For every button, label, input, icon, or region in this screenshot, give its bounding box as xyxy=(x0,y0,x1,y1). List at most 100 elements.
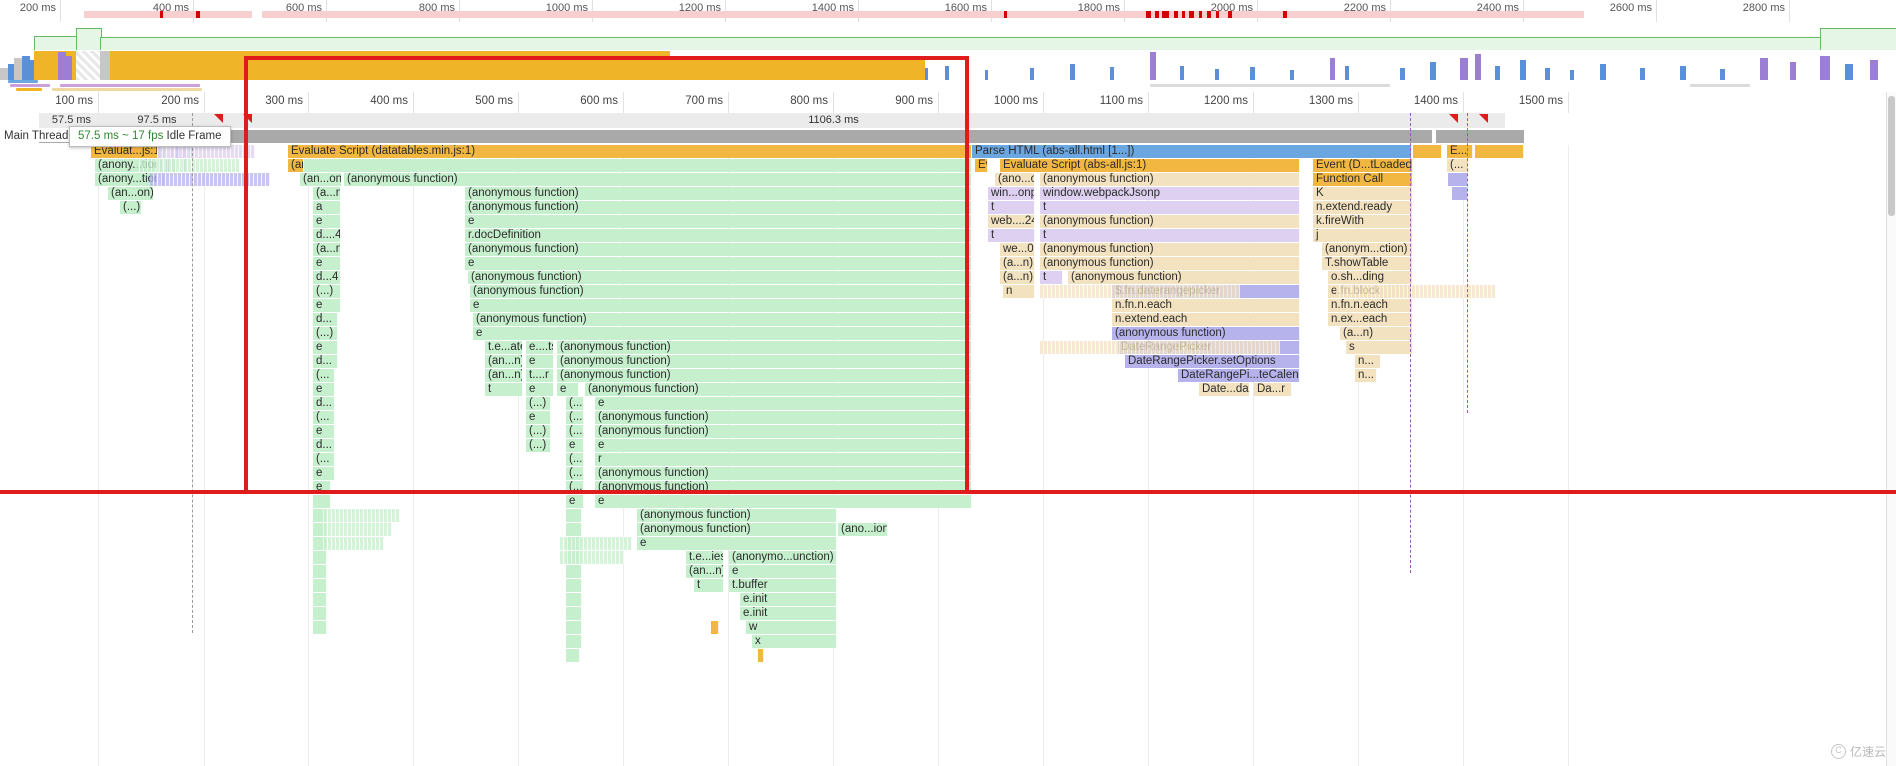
flame-bar[interactable] xyxy=(1475,145,1524,158)
flame-bar[interactable]: t.e...ies xyxy=(686,551,724,564)
flame-bar[interactable]: e xyxy=(313,383,335,396)
flame-bar[interactable]: r xyxy=(595,453,972,466)
flame-bar[interactable]: s xyxy=(1346,341,1413,354)
flame-bar[interactable]: e.init xyxy=(740,593,837,606)
flame-bar[interactable]: w xyxy=(746,621,837,634)
flame-bar[interactable]: t xyxy=(1040,229,1300,242)
flame-bar[interactable]: (anonymous function) xyxy=(557,355,972,368)
flame-bar[interactable] xyxy=(313,495,331,508)
flame-bar[interactable]: Parse HTML (abs-all.html [1...]) xyxy=(972,145,1412,158)
flame-bar[interactable]: t.buffer xyxy=(729,579,837,592)
flame-bar[interactable]: (an...n) xyxy=(485,369,523,382)
flame-bar[interactable]: E... xyxy=(1447,145,1473,158)
flame-bar[interactable]: n... xyxy=(1355,369,1377,382)
flame-bar[interactable]: e xyxy=(566,439,584,452)
flame-bar[interactable]: e xyxy=(313,425,335,438)
flame-bar[interactable]: win...onp xyxy=(988,187,1035,200)
flame-bar[interactable]: e xyxy=(470,299,972,312)
flame-bar[interactable]: (an...on) xyxy=(300,173,342,186)
flame-bar[interactable]: n.fn.n.each xyxy=(1328,299,1413,312)
flame-bar[interactable]: n.extend.each xyxy=(1112,313,1300,326)
flame-bar[interactable]: (... xyxy=(313,453,335,466)
vertical-scrollbar-thumb[interactable] xyxy=(1888,96,1895,216)
flame-bar[interactable] xyxy=(711,621,719,634)
flame-bar[interactable]: Eval...s:1) xyxy=(975,159,988,172)
flame-bar[interactable] xyxy=(313,621,327,634)
flame-bar-narrow[interactable] xyxy=(620,551,624,564)
flame-bar[interactable]: (anonymous function) xyxy=(595,467,972,480)
flame-bar[interactable]: (anonymous function) xyxy=(465,187,972,200)
flame-bar[interactable] xyxy=(566,635,582,648)
flame-bar[interactable]: (... xyxy=(566,397,584,410)
flame-bar[interactable]: (anonymous function) xyxy=(473,313,972,326)
flame-bar[interactable]: (... xyxy=(566,425,584,438)
flame-bar[interactable]: (anonymous function) xyxy=(1040,215,1300,228)
flame-bar[interactable]: n xyxy=(1003,285,1035,298)
flame-bar[interactable]: Evaluate Script (datatables.min.js:1) xyxy=(288,145,972,158)
flame-bar[interactable] xyxy=(304,159,972,172)
flame-bar[interactable]: n.extend.ready xyxy=(1313,201,1413,214)
flame-bar[interactable]: (a...n) xyxy=(1000,271,1035,284)
flame-chart[interactable]: Evaluat...js:1) Evaluate Script (datatabl… xyxy=(0,145,1896,766)
flame-bar[interactable]: (anonymous function) xyxy=(1040,257,1300,270)
flame-bar[interactable]: e xyxy=(313,299,341,312)
flame-bar[interactable]: (anonymous function) xyxy=(637,509,837,522)
flame-bar[interactable]: e xyxy=(637,537,837,550)
flame-bar[interactable]: web....24 xyxy=(988,215,1035,228)
flame-bar-narrow[interactable] xyxy=(251,145,255,158)
flame-bar[interactable]: (ano...ion) xyxy=(838,523,888,536)
flame-bar-narrow[interactable] xyxy=(1236,285,1240,298)
flame-bar[interactable]: d... xyxy=(313,439,335,452)
flame-bar[interactable]: Date...dar xyxy=(1199,383,1250,396)
flame-bar[interactable]: (anonymous function) xyxy=(465,201,972,214)
flame-bar[interactable]: (a...n) xyxy=(1340,327,1413,340)
flame-bar[interactable] xyxy=(566,579,582,592)
flame-bar[interactable]: t xyxy=(1040,271,1063,284)
flame-bar[interactable]: (... xyxy=(566,467,584,480)
flame-bar[interactable]: e xyxy=(526,355,554,368)
flame-bar-narrow[interactable] xyxy=(1276,341,1280,354)
timeline-ruler[interactable]: 100 ms 200 ms 300 ms 400 ms 500 ms 600 ms 700 … xyxy=(0,92,1896,114)
flame-bar[interactable]: e xyxy=(566,495,584,508)
timeline-overview[interactable]: 200 ms 400 ms 600 ms 800 ms 1000 ms 1200 ms 14… xyxy=(0,0,1896,93)
flame-bar[interactable]: (anonymous function) xyxy=(465,243,972,256)
thread-track[interactable] xyxy=(0,129,1896,145)
flame-bar[interactable]: e xyxy=(595,495,972,508)
flame-bar[interactable]: (...) xyxy=(313,327,338,340)
flame-bar[interactable]: n... xyxy=(1355,355,1381,368)
flame-bar[interactable]: n.fn.n.each xyxy=(1112,299,1300,312)
flame-bar[interactable]: (...) xyxy=(313,285,341,298)
flame-bar[interactable]: t xyxy=(988,229,1035,242)
flame-bar[interactable]: e xyxy=(526,383,554,396)
flame-bar[interactable] xyxy=(1413,145,1442,158)
flame-bar[interactable]: d... xyxy=(313,355,338,368)
flame-bar[interactable]: (... xyxy=(566,411,584,424)
frame-item[interactable]: 1106.3 ms xyxy=(252,113,1416,128)
flame-bar[interactable]: DateRangePicker.setOptions xyxy=(1125,355,1300,368)
flame-bar[interactable]: (anonymous function) xyxy=(1068,271,1300,284)
flame-bar[interactable]: (a...n) xyxy=(313,243,341,256)
flame-bar[interactable] xyxy=(313,551,327,564)
flame-bar[interactable] xyxy=(313,607,327,620)
flame-bar[interactable]: o.sh...ding xyxy=(1328,271,1413,284)
flame-bar[interactable]: t xyxy=(485,383,523,396)
flame-bar[interactable]: (anonymous function) xyxy=(470,285,972,298)
flame-bar[interactable]: (an...on) xyxy=(108,187,154,200)
flame-bar[interactable]: e xyxy=(313,215,341,228)
flame-bar[interactable]: t xyxy=(1040,201,1300,214)
flame-bar[interactable]: (anonym...ction) xyxy=(1322,243,1413,256)
flame-bar[interactable]: t xyxy=(988,201,1035,214)
flame-bar[interactable]: e xyxy=(465,215,972,228)
flame-bar[interactable]: (...) xyxy=(120,201,142,214)
frames-track[interactable]: 57.5 ms 97.5 ms 1106.3 ms xyxy=(0,113,1896,129)
flame-bar[interactable]: (anonymous function) xyxy=(557,369,972,382)
flame-bar[interactable]: Da...r xyxy=(1254,383,1292,396)
flame-bar[interactable] xyxy=(313,593,327,606)
flame-bar[interactable] xyxy=(566,593,582,606)
flame-bar[interactable]: e xyxy=(526,411,551,424)
flame-bar[interactable]: (...) xyxy=(526,425,551,438)
flame-bar[interactable]: (... xyxy=(313,411,335,424)
flame-bar-narrow[interactable] xyxy=(266,173,270,186)
flame-bar[interactable]: (anonymous function) xyxy=(344,173,972,186)
flame-bar[interactable]: e xyxy=(313,467,335,480)
